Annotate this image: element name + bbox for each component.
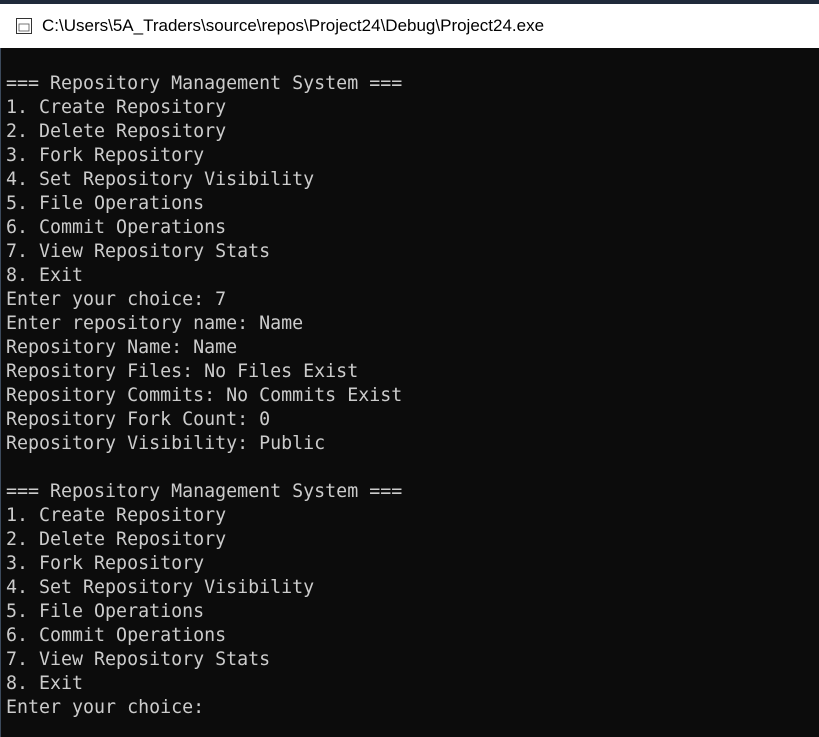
window-title: C:\Users\5A_Traders\source\repos\Project…	[42, 16, 545, 35]
title-bar[interactable]: C:\Users\5A_Traders\source\repos\Project…	[0, 4, 819, 48]
console-line: 2. Delete Repository	[6, 529, 227, 550]
console-line: Enter repository name: Name	[6, 313, 304, 334]
console-line: Repository Visibility: Public	[6, 433, 326, 454]
console-line: 8. Exit	[6, 673, 84, 694]
console-line: Repository Commits: No Commits Exist	[6, 385, 403, 406]
console-line: 5. File Operations	[6, 601, 205, 622]
console-line: === Repository Management System ===	[6, 481, 403, 502]
console-line: 3. Fork Repository	[6, 145, 205, 166]
console-line: 7. View Repository Stats	[6, 241, 271, 262]
console-line: 4. Set Repository Visibility	[6, 577, 315, 598]
console-line: 1. Create Repository	[6, 97, 227, 118]
console-line: 7. View Repository Stats	[6, 649, 271, 670]
console-line: Enter your choice: 7	[6, 289, 227, 310]
console-line: 6. Commit Operations	[6, 625, 227, 646]
console-window: C:\Users\5A_Traders\source\repos\Project…	[0, 0, 819, 737]
console-line: Enter your choice:	[6, 697, 216, 718]
console-line: 4. Set Repository Visibility	[6, 169, 315, 190]
console-app-icon	[16, 18, 32, 34]
console-line: 2. Delete Repository	[6, 121, 227, 142]
console-line: 1. Create Repository	[6, 505, 227, 526]
console-line: Repository Files: No Files Exist	[6, 361, 359, 382]
console-line: 5. File Operations	[6, 193, 205, 214]
console-line: Repository Fork Count: 0	[6, 409, 271, 430]
console-line: Repository Name: Name	[6, 337, 238, 358]
console-line: 3. Fork Repository	[6, 553, 205, 574]
console-line: 8. Exit	[6, 265, 84, 286]
window-left-border	[0, 48, 1, 737]
console-line: === Repository Management System ===	[6, 73, 403, 94]
console-output[interactable]: === Repository Management System === 1. C…	[6, 72, 816, 720]
console-line: 6. Commit Operations	[6, 217, 227, 238]
